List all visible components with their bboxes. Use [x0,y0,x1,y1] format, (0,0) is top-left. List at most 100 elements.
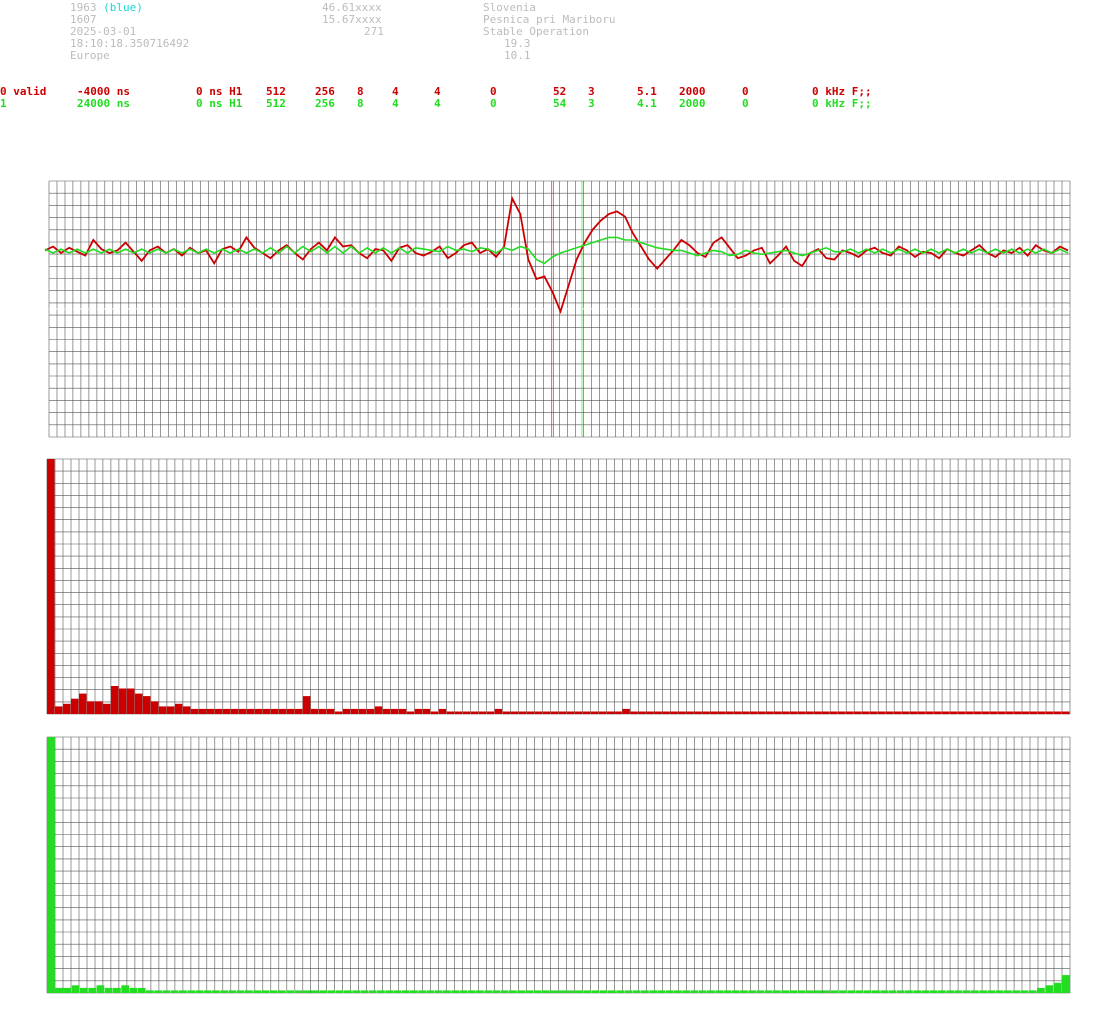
spectrum-0-bar [286,708,295,714]
spectrum-0-bar [238,708,247,714]
spectrum-0-bar [478,711,487,715]
spectrum-1-bar [393,990,402,993]
spectrum-0-bar [182,706,191,714]
spectrum-0-bar [974,711,982,715]
spectrum-1-bar [212,990,220,993]
spectrum-0-bar [598,711,606,715]
spectrum-1-bar [352,990,361,993]
spectrum-0-bar [894,711,902,715]
spectrum-1-bar [170,990,179,993]
spectrum-1-bar [847,990,856,993]
spectrum-0-bar [638,711,646,715]
spectrum-0-bar [438,708,447,714]
spectrum-0-bar [734,711,742,715]
spectrum-0-bar [982,711,990,715]
spectrum-0-bar [358,708,367,714]
spectrum-0-bar [334,711,343,715]
spectrum-1-bar [327,990,336,993]
spectrum-1-bar [1053,982,1062,993]
spectrum-1-bar [509,990,517,993]
spectrum-0-bar [518,711,526,715]
spectrum-0-bar [582,711,590,715]
spectrum-1-bar [63,987,72,993]
spectrum-1-bar [789,990,798,993]
spectrum-1-bar [137,987,146,993]
spectrum-1-bar [748,990,757,993]
spectrum-0-bar [870,711,878,715]
spectrum-0-bar [878,711,886,715]
spectrum-0-bar [646,711,654,715]
spectrum-1-bar [96,985,105,993]
spectrum-1-bar [954,990,963,993]
spectrum-0-bar [998,711,1006,715]
spectrum-0-bar [990,711,998,715]
spectrum-1-bar [187,990,196,993]
spectrum-0-bar [654,711,662,715]
spectrum-1-bar [245,990,253,993]
spectrum-0-bar [838,711,846,715]
spectrum-0-bar [1038,711,1046,715]
spectrum-1-bar [368,990,377,993]
spectrum-1-bar [1045,985,1054,993]
spectrum-0-bar [302,696,311,714]
spectrum-0-bar [71,698,79,714]
spectrum-1-bar [946,990,955,993]
spectrum-0-bar [486,711,495,715]
spectrum-1-bar [228,990,237,993]
spectrum-grid-0 [46,458,1071,715]
spectrum-1-bar [426,990,435,993]
spectrum-1-bar [731,990,740,993]
spectrum-1-bar [1004,990,1012,993]
spectrum-0-bar [798,711,806,715]
spectrum-1-bar [723,990,732,993]
spectrum-1-bar [261,990,270,993]
spectrum-1-bar [814,990,823,993]
spectrum-0-bar [222,708,231,714]
spectrum-1-bar [500,990,509,993]
spectrum-0-bar [494,708,503,714]
spectrum-1-bar [294,990,303,993]
spectrum-1-bar [360,990,369,993]
spectrum-0-bar [150,701,159,715]
spectrum-0-bar [198,708,207,714]
spectrum-0-bar [79,693,87,714]
spectrum-1-bar [113,987,121,993]
spectrum-1-bar [104,987,113,993]
spectrum-0-bar [590,711,598,715]
spectrum-1-bar [467,990,476,993]
spectrum-0-bar [534,711,542,715]
spectrum-1-bar [55,987,64,993]
spectrum-0-bar [382,708,391,714]
spectrum-0-bar [542,711,550,715]
spectrum-1-bar [525,990,534,993]
spectrum-0-bar [606,711,614,715]
spectrum-0-bar [246,708,255,714]
spectrum-0-bar [822,711,830,715]
spectrum-1-bar [624,990,633,993]
spectrum-1-bar [979,990,988,993]
spectrum-0-bar [566,711,574,715]
spectrum-1-bar [806,990,814,993]
spectrum-0-bar [774,711,782,715]
spectrum-1-bar [641,990,649,993]
spectrum-1-bar [740,990,748,993]
spectrum-0-bar [926,711,934,715]
spectrum-1-bar [121,985,130,993]
spectrum-0-bar [902,711,910,715]
spectrum-1-bar [715,990,724,993]
spectrum-0-bar [862,711,870,715]
spectrum-1-bar [921,990,930,993]
spectrum-0-bar [87,701,95,715]
spectrum-1-bar [492,990,501,993]
spectrum-1-bar [616,990,625,993]
spectrum-1-bar [929,990,938,993]
spectrum-0-bar [55,706,63,714]
spectrum-1-bar [418,990,427,993]
spectrum-1-bar [459,990,468,993]
spectrum-0-bar [510,711,518,715]
spectrum-0-bar [294,708,303,714]
spectrum-1-bar [566,990,575,993]
spectrum-0-bar [95,701,103,715]
spectrum-1-bar [47,737,55,993]
spectrum-0-bar [1014,711,1022,715]
